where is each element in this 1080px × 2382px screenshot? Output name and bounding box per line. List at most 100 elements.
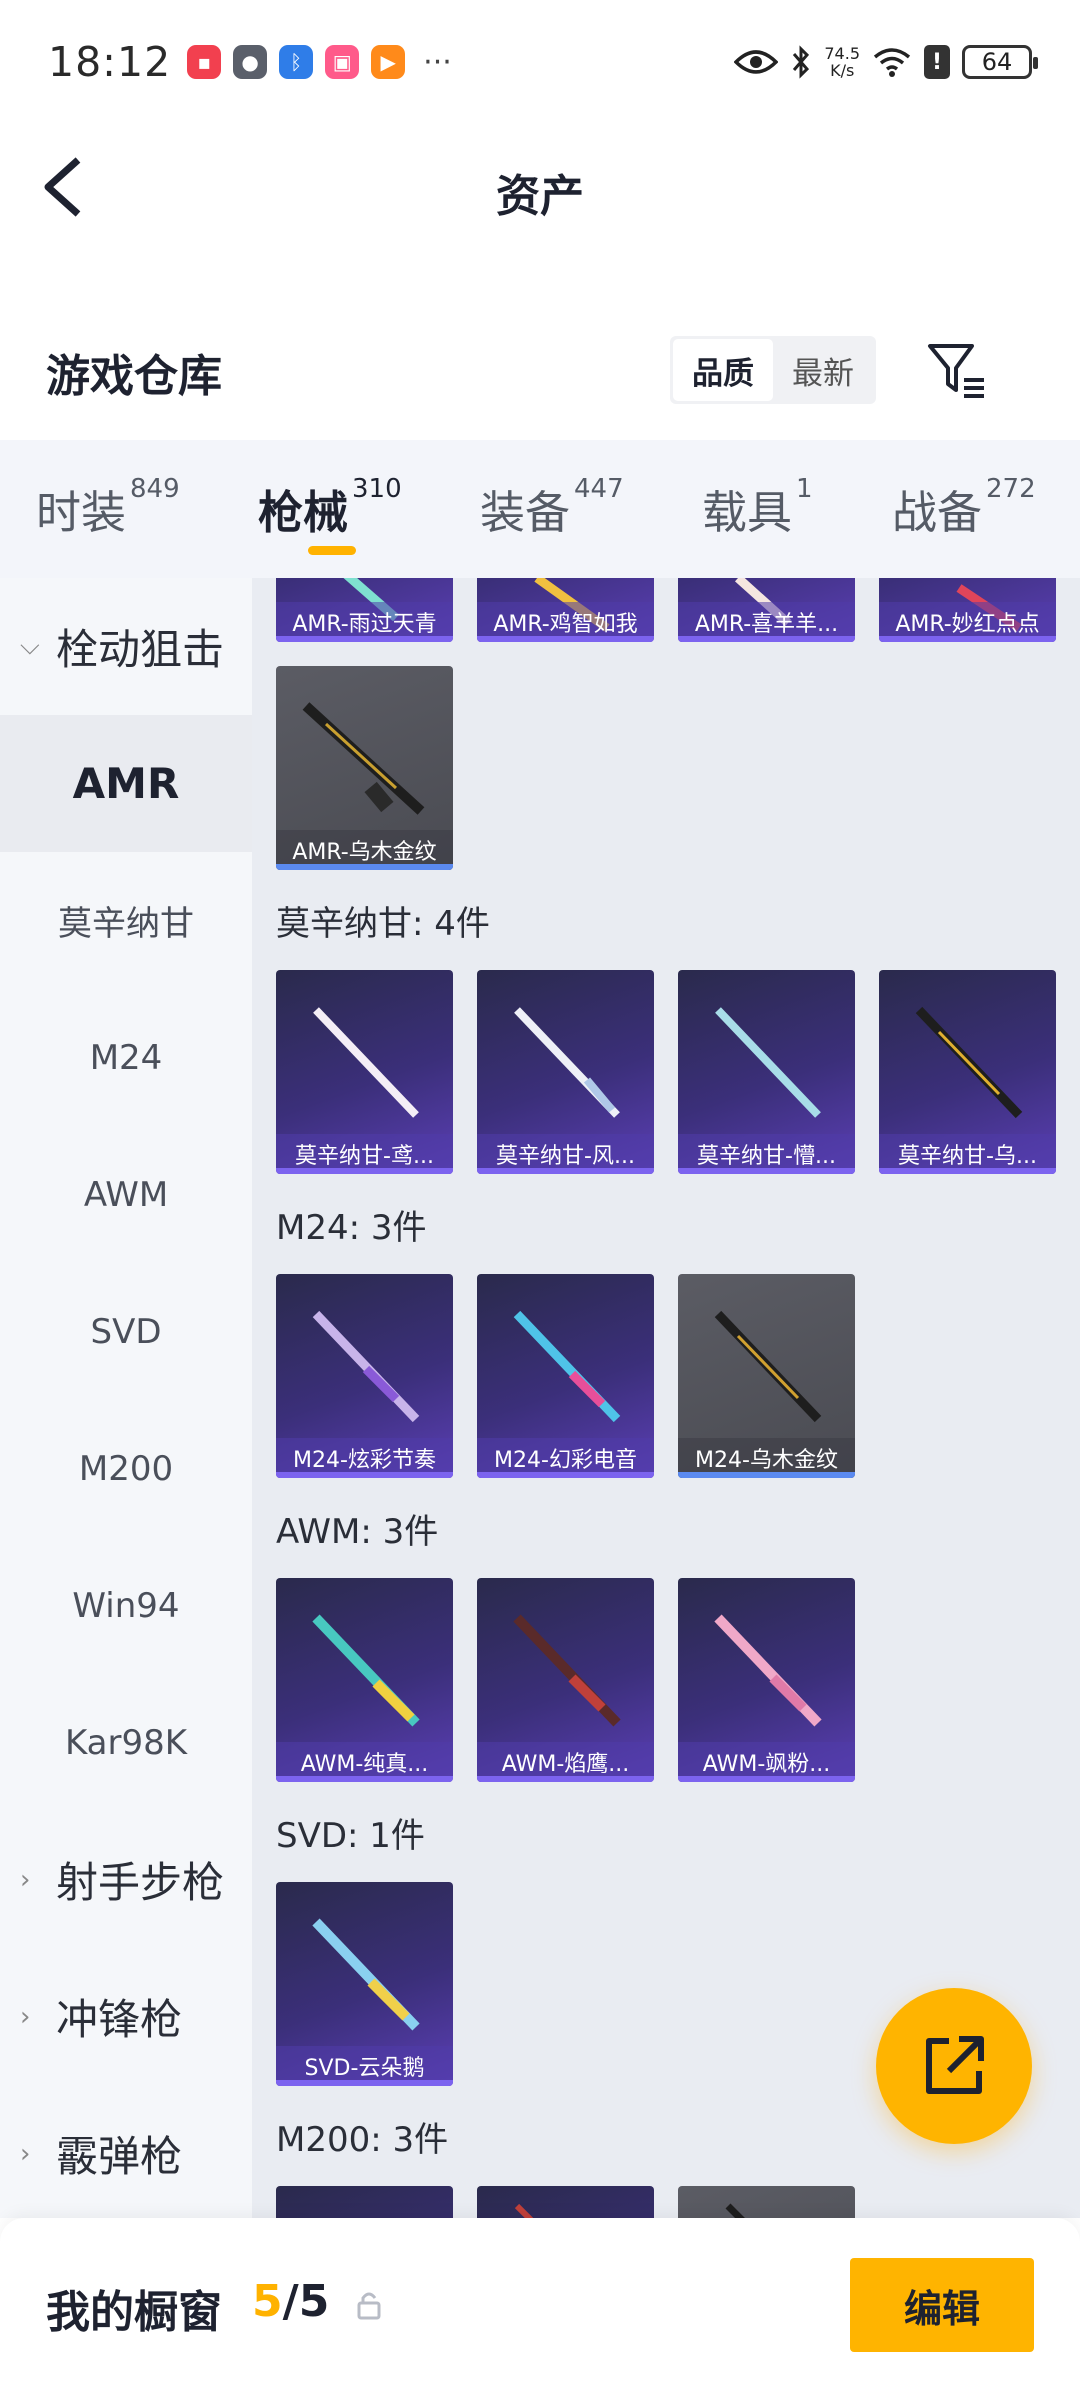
page: 18:12 ▪ ● ᛒ ▣ ▶ ··· 74.5 K/s ! 64 资产 游戏仓库… [0,0,1080,2382]
weapon-card[interactable]: AMR-喜羊羊... [678,578,855,642]
tab-count: 849 [130,474,180,504]
tab-label: 时装 [36,486,127,539]
play-app-icon: ▶ [371,45,406,79]
tab-count: 447 [574,474,624,504]
rarity-bar [879,1168,1056,1174]
rarity-bar [276,1168,453,1174]
weapon-card[interactable]: M24-幻彩电音 [477,1274,654,1478]
share-fab-button[interactable] [876,1988,1032,2144]
category-tabs: 时装 849 枪械 310 装备 447 载具 1 战备 272 [0,440,1080,578]
tab-label: 装备 [480,486,571,539]
sidebar-item-m24[interactable]: M24 [0,989,252,1126]
tab-count: 272 [986,474,1036,504]
net-speed-unit: K/s [830,61,855,80]
weapon-card[interactable]: 莫辛纳甘-鸢... [276,970,453,1174]
weapon-card[interactable]: AWM-焰鹰... [477,1578,654,1782]
rarity-bar [678,1472,855,1478]
warehouse-title: 游戏仓库 [46,351,222,402]
tab-fashion[interactable]: 时装 849 [36,440,258,578]
eye-icon [734,50,779,74]
m200-grid [252,2186,1080,2218]
weapon-card[interactable]: 莫辛纳甘-乌... [879,970,1056,1174]
sidebar-group-smg[interactable]: › 冲锋枪 [0,1948,252,2085]
chevron-right-icon: › [20,2001,31,2032]
filter-icon[interactable] [926,340,988,400]
weapon-card[interactable]: M24-乌木金纹 [678,1274,855,1478]
weapon-card[interactable]: AWM-飒粉... [678,1578,855,1782]
section-title-mosin: 莫辛纳甘: 4件 [276,903,490,944]
game-app-icon: ● [233,45,268,79]
sidebar-group-label: 冲锋枪 [56,1995,183,2044]
tab-count: 310 [352,474,402,504]
page-title: 资产 [496,171,584,222]
edit-button[interactable]: 编辑 [850,2258,1034,2352]
showcase-count-total: 5 [298,2276,330,2327]
weapon-card[interactable]: AMR-妙红点点 [879,578,1056,642]
sidebar-item-svd[interactable]: SVD [0,1263,252,1400]
sidebar-item-amr[interactable]: AMR [0,715,252,852]
section-title-svd: SVD: 1件 [276,1815,425,1856]
sidebar-group-marksman[interactable]: › 射手步枪 [0,1811,252,1948]
warehouse-bar: 游戏仓库 品质 最新 [0,300,1080,440]
sidebar-item-kar98k[interactable]: Kar98K [0,1674,252,1811]
section-title-awm: AWM: 3件 [276,1511,439,1552]
tab-equipment[interactable]: 装备 447 [480,440,702,578]
tab-gear[interactable]: 战备 272 [892,440,1072,578]
weapon-card[interactable]: SVD-云朵鹅 [276,1882,453,2086]
sidebar-item-awm[interactable]: AWM [0,1126,252,1263]
tab-firearms[interactable]: 枪械 310 [258,440,480,578]
battery-indicator: 64 [962,45,1038,79]
weapon-grid: AMR-雨过天青 AMR-鸡智如我 AMR-喜羊羊... AMR-妙红点点 AM… [252,578,1080,2218]
lock-icon [357,2292,381,2320]
weapon-card[interactable]: 莫辛纳甘-风... [477,970,654,1174]
rarity-bar [276,864,453,870]
weapon-card[interactable] [477,2186,654,2218]
sidebar-group-label: 栓动狙击 [56,625,225,674]
showcase-count-sep: / [282,2276,299,2327]
chevron-right-icon: › [20,2138,31,2169]
rifle-skin-icon [514,2203,534,2218]
status-bar: 18:12 ▪ ● ᛒ ▣ ▶ ··· 74.5 K/s ! 64 [0,0,1080,124]
tab-vehicles[interactable]: 载具 1 [702,440,892,578]
showcase-count-current: 5 [252,2276,283,2327]
sidebar-group-label: 霰弹枪 [56,2132,183,2181]
nav-header: 资产 [0,124,1080,254]
weapon-card[interactable]: AMR-乌木金纹 [276,666,453,870]
rarity-bar [879,636,1056,642]
rarity-bar [678,636,855,642]
mosin-grid: 莫辛纳甘-鸢... 莫辛纳甘-风... 莫辛纳甘-懵... 莫辛纳甘-乌... [252,970,1080,1174]
showcase-bar: 我的橱窗 5/5 编辑 [0,2218,1080,2382]
sidebar-item-m200[interactable]: M200 [0,1400,252,1537]
weapon-card[interactable]: AMR-鸡智如我 [477,578,654,642]
net-speed: 74.5 K/s [824,45,860,79]
sidebar-group-bolt-action[interactable]: ⌵ 栓动狙击 [0,578,252,715]
awm-grid: AWM-纯真... AWM-焰鹰... AWM-飒粉... [252,1578,1080,1782]
rarity-bar [276,2080,453,2086]
video-app-icon: ▣ [325,45,360,79]
weapon-card[interactable]: 莫辛纳甘-懵... [678,970,855,1174]
sort-quality-option[interactable]: 品质 [673,339,773,401]
rarity-bar [678,1168,855,1174]
rarity-bar [477,1472,654,1478]
external-link-icon [926,2036,984,2094]
weapon-card[interactable] [678,2186,855,2218]
weapon-card[interactable] [276,2186,453,2218]
sidebar-group-shotgun[interactable]: › 霰弹枪 [0,2085,252,2222]
tab-underline [308,546,356,555]
showcase-count: 5/5 [252,2276,329,2327]
weapon-card[interactable]: M24-炫彩节奏 [276,1274,453,1478]
showcase-label: 我的橱窗 [46,2287,222,2338]
sidebar-item-mosin[interactable]: 莫辛纳甘 [0,852,252,989]
bluetooth-app-icon: ᛒ [279,45,314,79]
weapon-card[interactable]: AMR-雨过天青 [276,578,453,642]
sort-latest-option[interactable]: 最新 [773,339,873,401]
sidebar-item-win94[interactable]: Win94 [0,1537,252,1674]
sidebar-group-label: 射手步枪 [56,1858,225,1907]
weapon-card[interactable]: AWM-纯真... [276,1578,453,1782]
m24-grid: M24-炫彩节奏 M24-幻彩电音 M24-乌木金纹 [252,1274,1080,1478]
amr-grid: AMR-乌木金纹 [252,666,1080,870]
rarity-bar [276,1472,453,1478]
rifle-skin-icon [725,2203,745,2218]
rarity-bar [678,1776,855,1782]
chevron-right-icon: › [20,1864,31,1895]
